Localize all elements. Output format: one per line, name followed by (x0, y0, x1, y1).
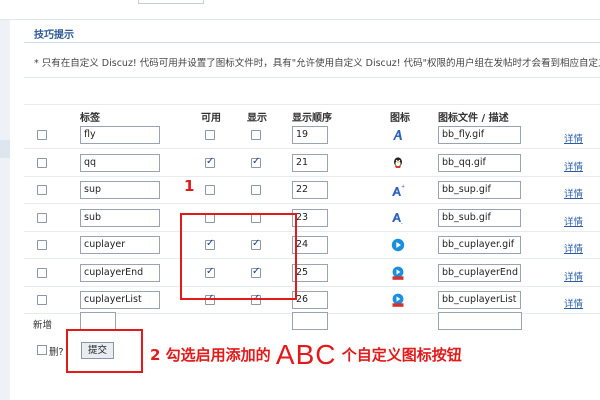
play-icon (391, 238, 405, 252)
table-row: cuplayerEnd 25 bb_cuplayerEnd 详情 (24, 260, 600, 287)
tag-input[interactable]: cuplayer (80, 236, 160, 254)
order-input[interactable]: 25 (292, 263, 328, 282)
new-tag-input[interactable] (80, 312, 116, 330)
order-input[interactable]: 21 (292, 153, 328, 172)
delete-label: 删? (49, 347, 64, 358)
sidebar-marker (0, 140, 10, 158)
qq-icon (391, 156, 405, 170)
delete-row-checkbox[interactable] (37, 240, 47, 250)
new-row-label: 新增 (33, 320, 53, 331)
order-input[interactable]: 24 (292, 236, 328, 254)
sup-icon: + (391, 183, 405, 197)
delete-row-checkbox[interactable] (37, 130, 47, 140)
annotation-box-checkboxes (180, 213, 297, 300)
detail-link[interactable]: 详情 (564, 241, 583, 255)
tag-input[interactable]: cuplayerEnd (80, 263, 160, 282)
icon-file-input[interactable]: bb_sup.gif (438, 181, 521, 199)
top-tab-stub[interactable] (138, 0, 204, 4)
delete-row-checkbox[interactable] (37, 157, 47, 168)
enabled-checkbox[interactable] (205, 185, 215, 195)
tip-notice: * 只有在自定义 Discuz! 代码可用并设置了图标文件时，具有"允许使用自定… (34, 58, 600, 69)
top-bar (0, 0, 600, 20)
visible-checkbox[interactable] (251, 156, 261, 168)
icon-file-input[interactable]: bb_cuplayerEnd (438, 263, 521, 282)
tag-input[interactable]: sup (80, 181, 160, 199)
new-icon-file-input[interactable] (438, 312, 522, 330)
order-input[interactable]: 26 (292, 291, 328, 309)
panel-title: 技巧提示 (34, 30, 74, 41)
annotation-step-2: 2 勾选启用添加的 ABC 个自定义图标按钮 (150, 339, 462, 371)
icon-file-input[interactable]: bb_cuplayerList (438, 291, 521, 309)
annotation-step-2-abc: ABC (275, 339, 337, 370)
detail-link[interactable]: 详情 (564, 186, 583, 200)
icon-file-input[interactable]: bb_cuplayer.gif (438, 236, 521, 254)
header-divider (24, 104, 600, 105)
new-order-input[interactable] (292, 312, 328, 330)
detail-link[interactable]: 详情 (564, 214, 583, 228)
play-end-icon (391, 266, 405, 280)
title-divider (24, 42, 600, 43)
detail-link[interactable]: 详情 (564, 159, 583, 173)
table-row: cuplayer 24 bb_cuplayer.gif 详情 (24, 232, 600, 259)
sub-icon: - (391, 211, 405, 227)
left-sidebar-strip (0, 20, 10, 400)
tag-input[interactable]: sub (80, 208, 160, 227)
table-row: qq 21 bb_qq.gif 详情 (24, 150, 600, 177)
order-input[interactable]: 23 (292, 208, 328, 227)
visible-checkbox[interactable] (251, 185, 261, 195)
annotation-box-submit (66, 329, 143, 373)
delete-row-checkbox[interactable] (37, 185, 47, 195)
tag-input[interactable]: qq (80, 153, 160, 172)
detail-link[interactable]: 详情 (564, 296, 583, 310)
order-input[interactable]: 19 (292, 126, 328, 144)
icon-file-input[interactable]: bb_qq.gif (438, 153, 521, 172)
delete-row-checkbox[interactable] (37, 267, 47, 278)
svg-text:+: + (401, 184, 405, 190)
annotation-step-2-prefix: 2 勾选启用添加的 (150, 346, 271, 364)
table-row: sub 23 - bb_sub.gif 详情 (24, 205, 600, 232)
icon-file-input[interactable]: bb_fly.gif (438, 126, 521, 144)
tag-input[interactable]: cuplayerList (80, 291, 160, 309)
play-list-icon (391, 293, 405, 307)
delete-checkbox[interactable] (37, 345, 47, 355)
visible-checkbox[interactable] (251, 130, 261, 140)
enabled-checkbox[interactable] (205, 156, 215, 168)
enabled-checkbox[interactable] (205, 130, 215, 140)
table-row: cuplayerList 26 bb_cuplayerList 详情 (24, 287, 600, 314)
delete-row-checkbox[interactable] (37, 295, 47, 305)
notice-divider (24, 77, 600, 78)
table-row: sup 22 + bb_sup.gif 详情 (24, 177, 600, 204)
icon-file-input[interactable]: bb_sub.gif (438, 208, 521, 227)
annotation-step-2-suffix: 个自定义图标按钮 (341, 346, 462, 364)
svg-text:-: - (401, 221, 403, 225)
order-input[interactable]: 22 (292, 181, 328, 199)
fly-icon (391, 128, 405, 142)
detail-link[interactable]: 详情 (564, 131, 583, 145)
delete-row-checkbox[interactable] (37, 212, 47, 223)
table-row: fly 19 bb_fly.gif 详情 (24, 122, 600, 149)
tag-input[interactable]: fly (80, 126, 160, 144)
annotation-step-1: 1 (184, 177, 195, 195)
detail-link[interactable]: 详情 (564, 269, 583, 283)
